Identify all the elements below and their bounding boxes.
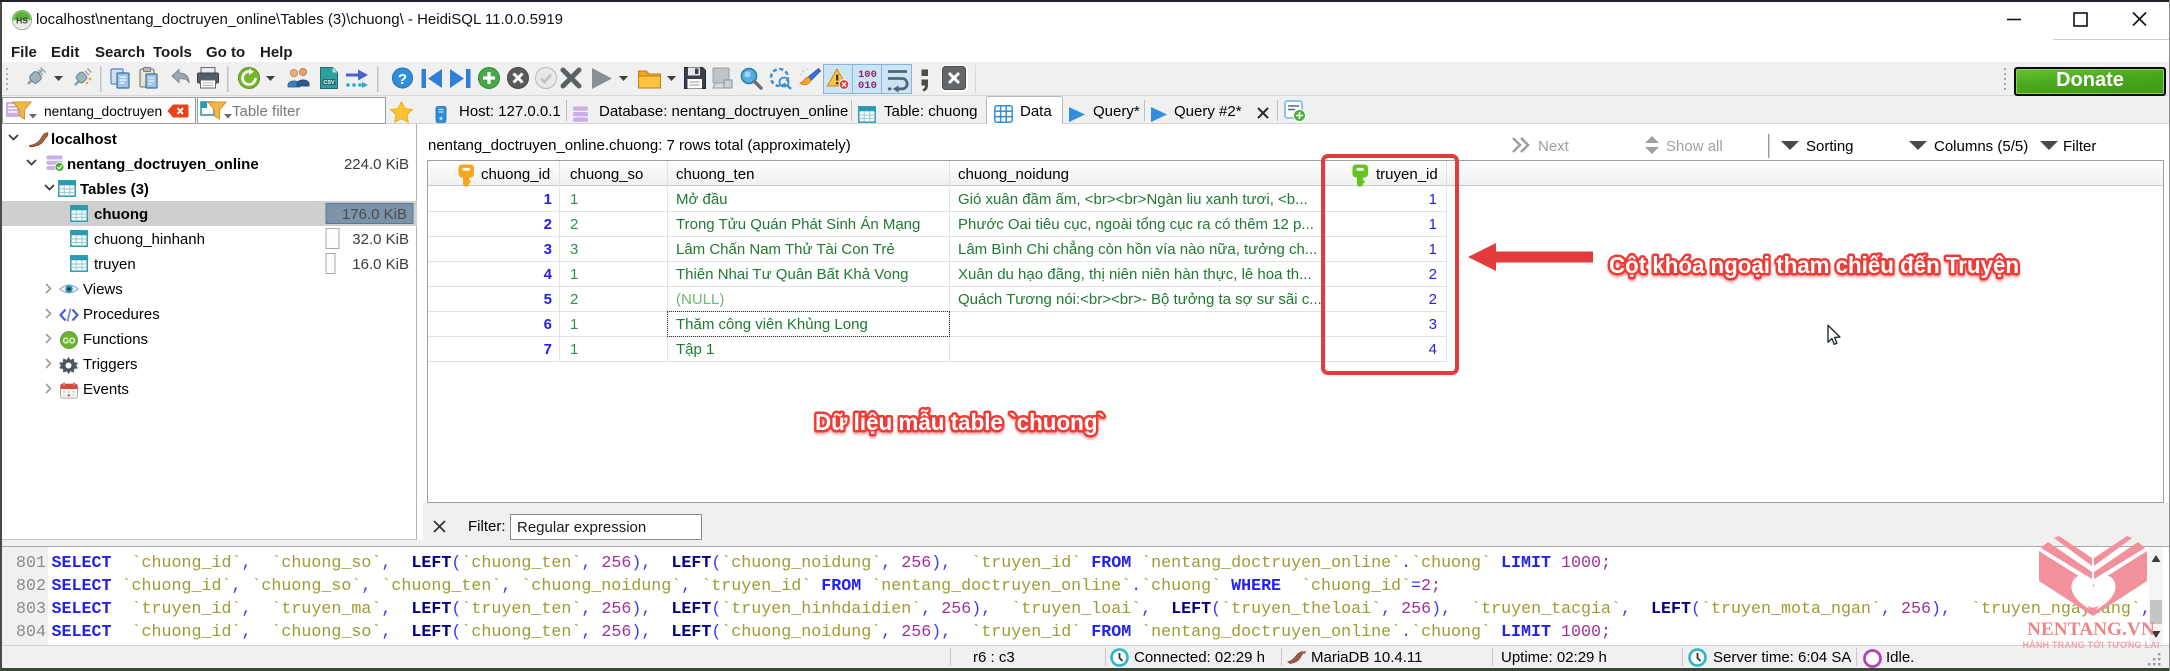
svg-text:010: 010: [858, 80, 877, 92]
svg-text:HÀNH TRANG TỚI TƯƠNG LAI: HÀNH TRANG TỚI TƯƠNG LAI: [2022, 639, 2159, 650]
svg-text:CSV: CSV: [323, 80, 335, 86]
svg-text:Dữ liệu mẫu table `chuong`: Dữ liệu mẫu table `chuong`: [815, 408, 1105, 435]
svg-text:Cột khóa ngoại tham chiếu đến: Cột khóa ngoại tham chiếu đến Truyện: [1609, 252, 2019, 278]
svg-text:NENTANG.VN: NENTANG.VN: [2027, 619, 2155, 640]
svg-text:GO: GO: [63, 337, 75, 346]
svg-text:?: ?: [398, 71, 407, 88]
svg-text:HS: HS: [16, 16, 28, 26]
